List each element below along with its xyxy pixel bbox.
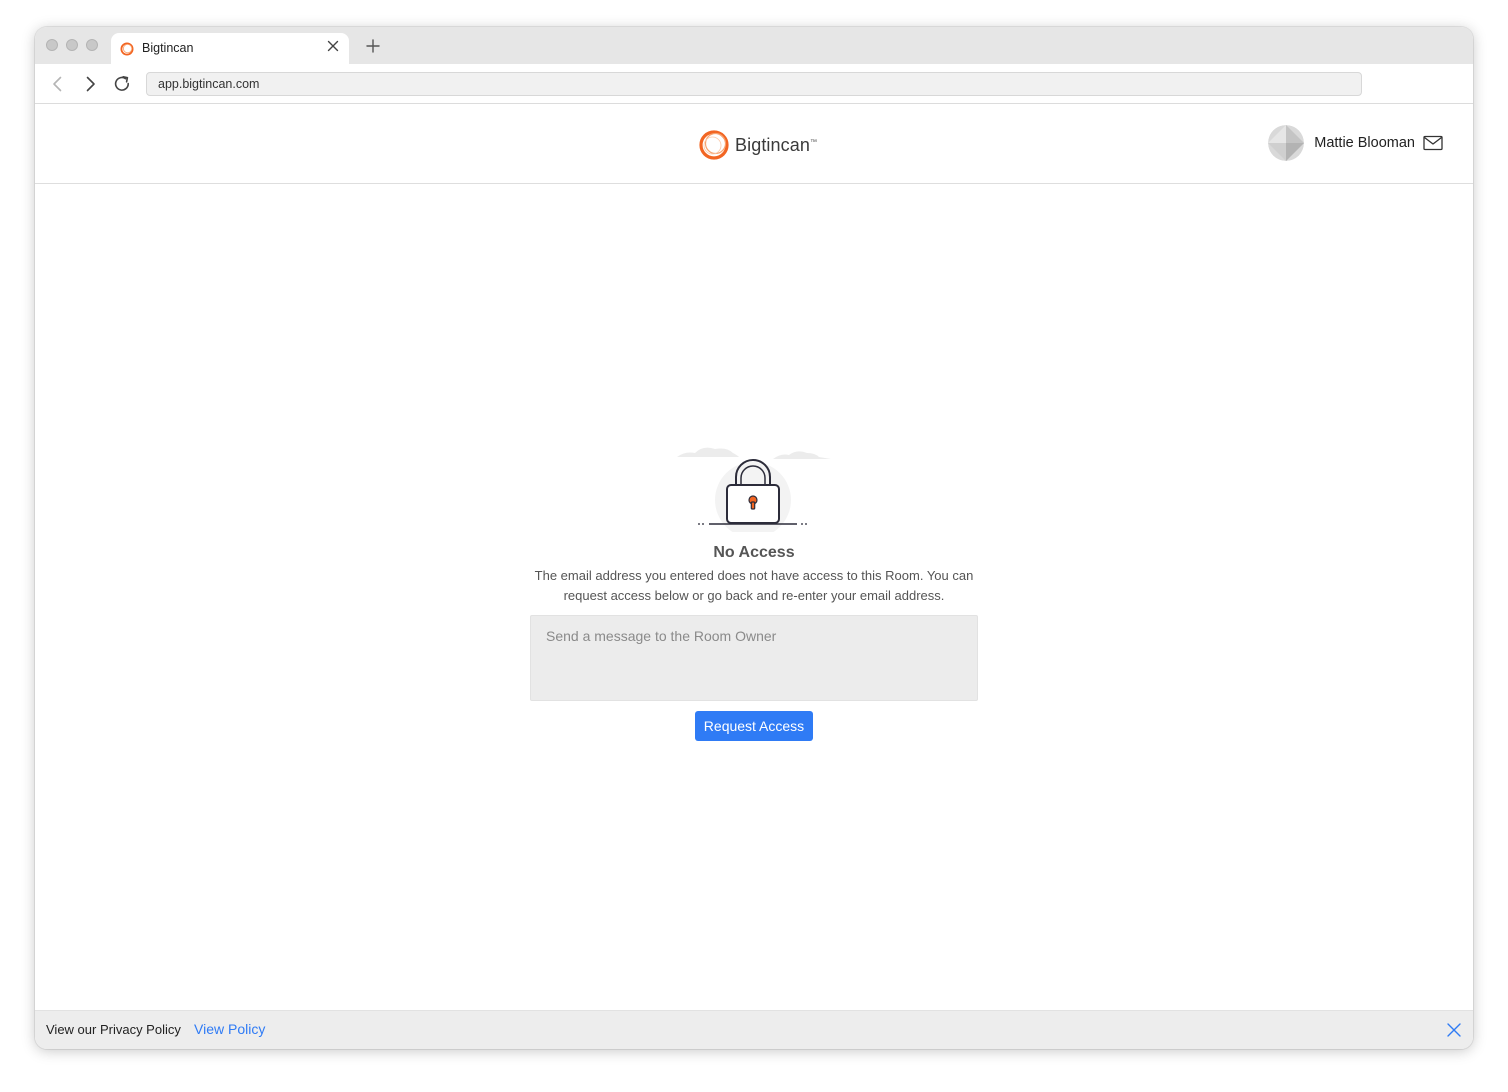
close-icon[interactable] bbox=[1447, 1023, 1461, 1037]
app-header: Bigtincan™ Mattie Blooman bbox=[35, 104, 1473, 184]
tab-bar: Bigtincan bbox=[35, 27, 1473, 64]
browser-tab[interactable]: Bigtincan bbox=[111, 33, 349, 64]
reload-icon[interactable] bbox=[112, 74, 132, 94]
padlock-icon bbox=[677, 447, 831, 532]
avatar[interactable] bbox=[1268, 125, 1305, 161]
chevron-right-icon[interactable] bbox=[80, 74, 100, 94]
user-menu[interactable]: Mattie Blooman bbox=[1268, 125, 1443, 161]
window-close-button[interactable] bbox=[46, 39, 58, 51]
bigtincan-logo[interactable]: Bigtincan™ bbox=[697, 128, 817, 162]
request-access-button[interactable]: Request Access bbox=[695, 711, 813, 741]
tab-title: Bigtincan bbox=[142, 41, 194, 55]
main-content: No Access The email address you entered … bbox=[35, 184, 1473, 1010]
window-minimize-button[interactable] bbox=[66, 39, 78, 51]
browser-toolbar: app.bigtincan.com bbox=[35, 64, 1473, 104]
close-icon[interactable] bbox=[325, 38, 341, 54]
view-policy-link[interactable]: View Policy bbox=[194, 1021, 265, 1037]
access-description: The email address you entered does not h… bbox=[534, 568, 974, 603]
plus-icon[interactable] bbox=[365, 38, 381, 54]
window-maximize-button[interactable] bbox=[86, 39, 98, 51]
logo-text: Bigtincan™ bbox=[735, 134, 818, 155]
bigtincan-logo-icon bbox=[120, 42, 134, 56]
user-name: Mattie Blooman bbox=[1314, 135, 1415, 151]
address-bar[interactable]: app.bigtincan.com bbox=[146, 72, 1362, 96]
privacy-footer: View our Privacy Policy View Policy bbox=[35, 1010, 1473, 1049]
chevron-left-icon[interactable] bbox=[48, 74, 68, 94]
message-input[interactable] bbox=[530, 615, 978, 701]
mail-icon[interactable] bbox=[1423, 135, 1443, 151]
page-title: No Access bbox=[713, 544, 795, 561]
url-text: app.bigtincan.com bbox=[158, 77, 260, 91]
privacy-text: View our Privacy Policy bbox=[46, 1022, 181, 1037]
bigtincan-logo-icon bbox=[699, 130, 729, 160]
browser-window: Bigtincan app.bigtincan.com Bigtincan™ M… bbox=[35, 27, 1473, 1049]
